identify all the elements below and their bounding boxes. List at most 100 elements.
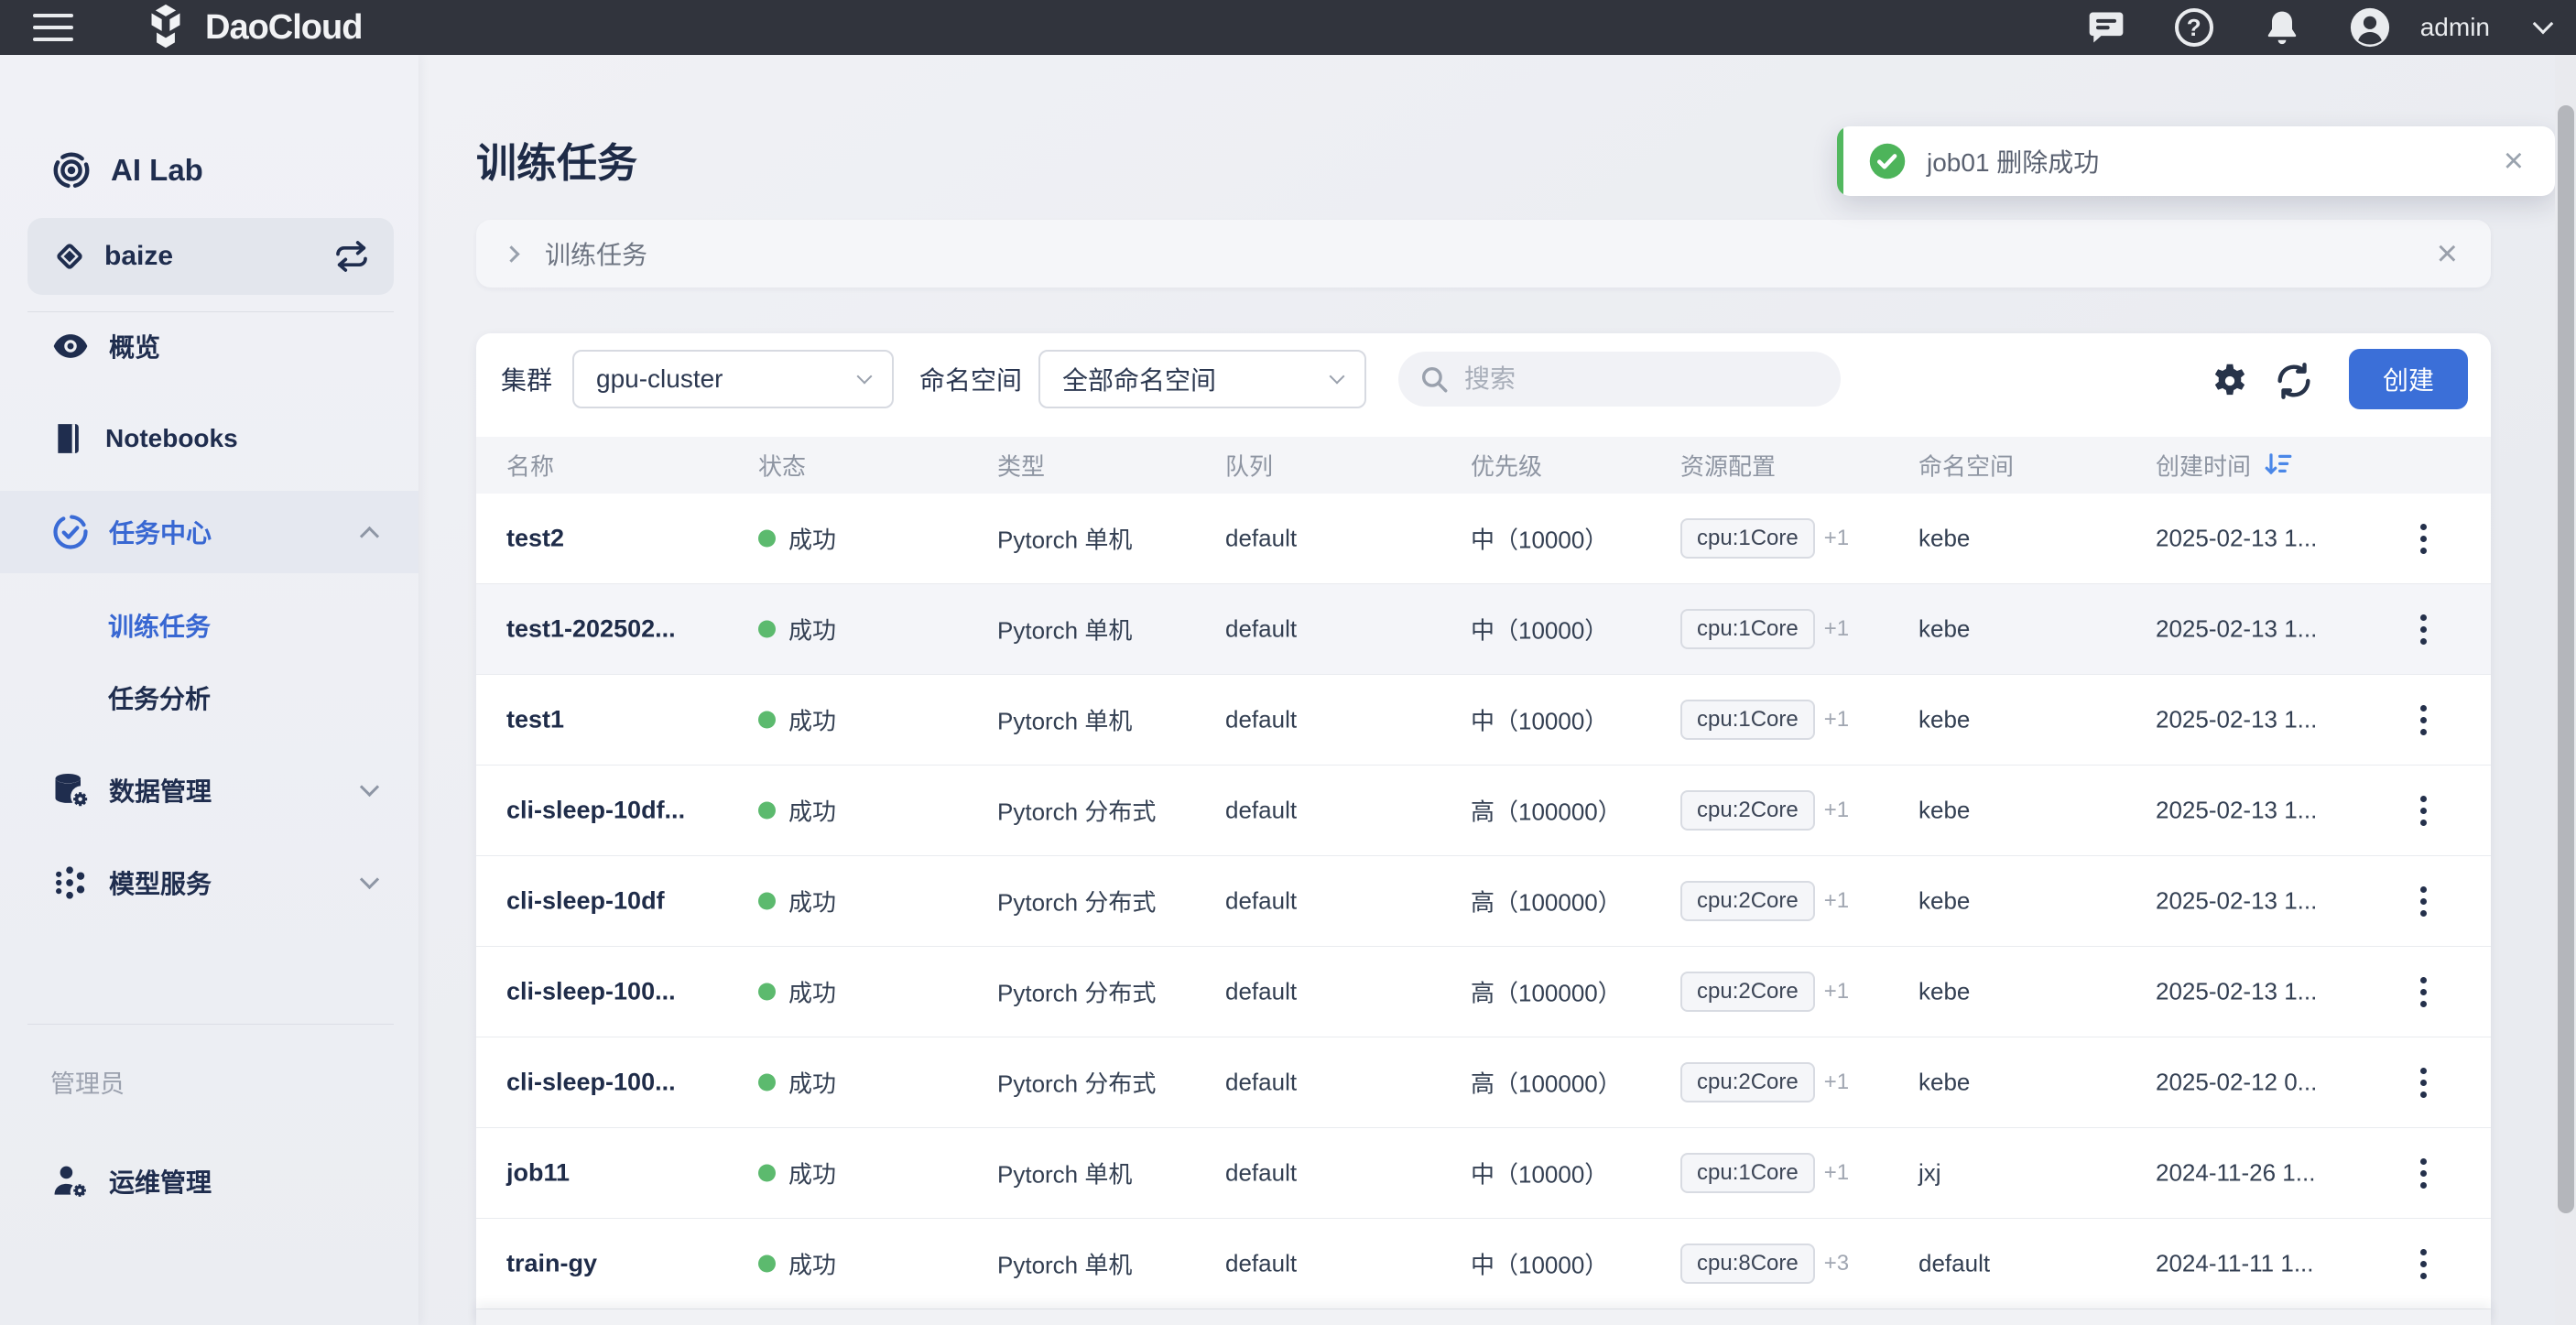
row-actions-kebab-icon[interactable]	[2405, 787, 2441, 834]
admin-section-label: 管理员	[50, 1064, 125, 1100]
sidebar-item-model-services[interactable]: 模型服务	[0, 842, 418, 924]
job-priority: 高（100000）	[1471, 1066, 1622, 1100]
table-row[interactable]: test1成功Pytorch 单机default中（10000）cpu:1Cor…	[476, 675, 2491, 766]
table-row[interactable]: test1-202502...成功Pytorch 单机default中（1000…	[476, 584, 2491, 675]
row-actions-kebab-icon[interactable]	[2405, 515, 2441, 562]
job-resources: cpu:8Core+3	[1680, 1244, 1849, 1284]
table-row[interactable]: cli-sleep-10df...成功Pytorch 分布式default高（1…	[476, 766, 2491, 856]
search-input[interactable]	[1464, 364, 1794, 394]
hamburger-menu-icon[interactable]	[33, 14, 73, 41]
job-priority: 中（10000）	[1471, 522, 1608, 556]
cluster-select[interactable]: gpu-cluster	[572, 350, 894, 408]
job-type: Pytorch 单机	[997, 1247, 1132, 1281]
job-name[interactable]: test2	[506, 525, 564, 553]
resource-chip: cpu:2Core	[1680, 790, 1815, 831]
workspace-selector[interactable]: baize	[27, 218, 394, 295]
product-title-label: AI Lab	[111, 153, 203, 188]
sidebar-item-notebooks[interactable]: Notebooks	[0, 397, 418, 480]
table-row[interactable]: train-gy成功Pytorch 单机default中（10000）cpu:8…	[476, 1219, 2491, 1309]
user-menu-chevron-down-icon[interactable]	[2533, 14, 2554, 35]
breadcrumb-chevron-right-icon	[503, 245, 519, 262]
row-actions-kebab-icon[interactable]	[2405, 1149, 2441, 1197]
main-content: 训练任务 训练任务 × 集群 gpu-cluster 命名空间 全部命名空间	[418, 55, 2576, 1325]
search-box[interactable]	[1398, 352, 1841, 407]
job-name[interactable]: job11	[506, 1159, 570, 1188]
username-label[interactable]: admin	[2420, 13, 2490, 42]
job-status-label: 成功	[788, 794, 836, 828]
switch-workspace-icon[interactable]	[333, 238, 370, 275]
sidebar-divider	[27, 1024, 394, 1025]
row-actions-kebab-icon[interactable]	[2405, 968, 2441, 1015]
status-dot-icon	[758, 893, 776, 910]
user-avatar[interactable]	[2349, 6, 2391, 49]
job-namespace: kebe	[1918, 1069, 1970, 1097]
settings-gear-icon[interactable]	[2209, 360, 2251, 402]
status-dot-icon	[758, 1074, 776, 1091]
sidebar-item-overview[interactable]: 概览	[0, 305, 418, 387]
resource-chip: cpu:1Core	[1680, 609, 1815, 649]
job-name[interactable]: cli-sleep-10df...	[506, 797, 685, 825]
job-type: Pytorch 分布式	[997, 1066, 1156, 1100]
status-dot-icon	[758, 530, 776, 548]
job-name[interactable]: cli-sleep-100...	[506, 978, 676, 1006]
sort-desc-icon[interactable]	[2264, 452, 2293, 479]
column-header-label: 类型	[997, 449, 1045, 483]
table-row[interactable]: job11成功Pytorch 单机default中（10000）cpu:1Cor…	[476, 1128, 2491, 1219]
breadcrumb-label: 训练任务	[545, 235, 647, 272]
scrollbar-thumb[interactable]	[2558, 105, 2574, 1213]
table-body: test2 成功 Pytorch 单机 default 中（10000） cpu:1Cor…	[476, 494, 2491, 1309]
create-button[interactable]: 创建	[2349, 349, 2468, 409]
scrollbar-track[interactable]	[2555, 55, 2576, 1325]
row-actions-kebab-icon[interactable]	[2405, 696, 2441, 744]
job-name[interactable]: test1-202502...	[506, 615, 676, 644]
column-header[interactable]: 创建时间	[2156, 449, 2293, 483]
success-check-icon	[1868, 142, 1907, 180]
help-icon[interactable]: ?	[2173, 6, 2215, 49]
row-actions-kebab-icon[interactable]	[2405, 877, 2441, 925]
job-status-label: 成功	[788, 613, 836, 646]
notifications-bell-icon[interactable]	[2261, 6, 2303, 49]
sidebar-item-data-management[interactable]: 数据管理	[0, 749, 418, 831]
table-row[interactable]: cli-sleep-10df成功Pytorch 分布式default高（1000…	[476, 856, 2491, 947]
job-status: 成功	[758, 975, 836, 1009]
row-actions-kebab-icon[interactable]	[2405, 1240, 2441, 1287]
sidebar-item-ops-management[interactable]: 运维管理	[0, 1140, 418, 1222]
ai-lab-icon	[50, 149, 92, 191]
resource-extra-count: +1	[1824, 798, 1849, 822]
job-created-time: 2024-11-11 1...	[2156, 1250, 2314, 1278]
table-row[interactable]: cli-sleep-100...成功Pytorch 分布式default高（10…	[476, 947, 2491, 1037]
job-priority: 中（10000）	[1471, 703, 1608, 737]
table-row[interactable]: cli-sleep-100...成功Pytorch 分布式default高（10…	[476, 1037, 2491, 1128]
job-name[interactable]: cli-sleep-100...	[506, 1069, 676, 1097]
sidebar-subitem-job-analysis[interactable]: 任务分析	[0, 665, 418, 731]
job-name[interactable]: test1	[506, 706, 564, 734]
row-actions-kebab-icon[interactable]	[2405, 605, 2441, 653]
job-created-time: 2024-11-26 1...	[2156, 1159, 2315, 1188]
job-resources: cpu:2Core+1	[1680, 881, 1849, 921]
job-queue: default	[1225, 615, 1297, 644]
resource-extra-count: +1	[1824, 888, 1849, 913]
column-header-label: 命名空间	[1918, 449, 2014, 483]
job-type: Pytorch 单机	[997, 522, 1132, 556]
chat-icon[interactable]	[2085, 6, 2127, 49]
job-queue: default	[1225, 1069, 1297, 1097]
job-name[interactable]: train-gy	[506, 1250, 597, 1278]
job-created-time: 2025-02-13 1...	[2156, 615, 2317, 644]
breadcrumb-close-icon[interactable]: ×	[2437, 235, 2458, 272]
refresh-icon[interactable]	[2273, 360, 2315, 402]
job-status-label: 成功	[788, 885, 836, 918]
job-status: 成功	[758, 1157, 836, 1190]
job-resources: cpu:1Core+1	[1680, 518, 1849, 559]
row-actions-kebab-icon[interactable]	[2405, 1059, 2441, 1106]
job-queue: default	[1225, 706, 1297, 734]
sidebar-subitem-training-jobs[interactable]: 训练任务	[0, 592, 418, 658]
job-status: 成功	[758, 522, 836, 556]
job-name[interactable]: cli-sleep-10df	[506, 887, 665, 916]
table-row[interactable]: test2成功Pytorch 单机default中（10000）cpu:1Cor…	[476, 494, 2491, 584]
column-header: 状态	[758, 449, 806, 483]
sidebar-item-task-center[interactable]: 任务中心	[0, 491, 418, 573]
column-header-label: 队列	[1225, 449, 1273, 483]
namespace-select[interactable]: 全部命名空间	[1038, 350, 1366, 408]
job-resources: cpu:2Core +1	[1680, 790, 1849, 831]
toast-close-icon[interactable]: ×	[2504, 144, 2524, 179]
